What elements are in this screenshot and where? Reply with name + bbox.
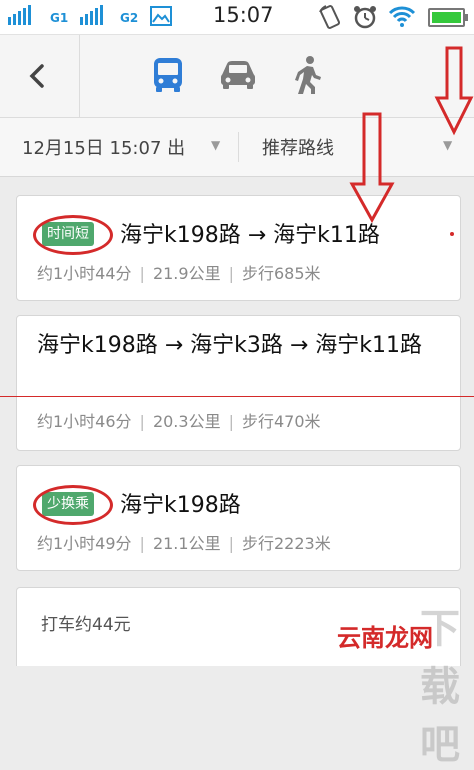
wifi-icon: [388, 6, 416, 27]
bus-icon: [154, 58, 182, 92]
rotation-lock-icon: [319, 5, 341, 29]
status-time: 15:07: [213, 3, 274, 27]
route-duration: 约1小时46分: [37, 412, 132, 431]
transport-mode-car[interactable]: [216, 53, 260, 97]
nav-bar: [0, 35, 474, 118]
annotation-dot: [450, 232, 454, 236]
status-bar: G1 G2 15:07: [0, 0, 474, 35]
taxi-fare: 打车约44元: [41, 615, 131, 635]
route-distance: 20.3公里: [152, 412, 221, 431]
route-distance: 21.9公里: [152, 264, 221, 283]
transport-mode-walk[interactable]: [286, 53, 330, 97]
route-distance: 21.1公里: [152, 534, 221, 553]
route-sort-selector[interactable]: 推荐路线: [262, 134, 334, 160]
route-card[interactable]: 海宁k198路 → 海宁k3路 → 海宁k11路 约1小时46分 | 20.3公里 |…: [16, 315, 461, 451]
nav-divider: [79, 35, 80, 117]
route-name: 海宁k198路 → 海宁k3路 → 海宁k11路: [37, 333, 423, 358]
route-walk-distance: 步行470米: [241, 412, 321, 431]
watermark-text: 云南龙网: [337, 624, 433, 652]
route-meta: 约1小时44分 | 21.9公里 | 步行685米: [37, 264, 321, 283]
route-duration: 约1小时44分: [37, 264, 132, 283]
route-walk-distance: 步行685米: [241, 264, 321, 283]
back-button[interactable]: [22, 59, 56, 93]
battery-fill: [432, 12, 461, 23]
annotation-arrow-down: [349, 112, 395, 224]
chevron-down-icon: ▼: [443, 138, 453, 152]
sim1-label: G1: [50, 11, 69, 25]
annotation-arrow-down: [434, 46, 474, 136]
signal-strength-icon: [80, 5, 103, 25]
filter-divider: [238, 132, 239, 162]
route-duration: 约1小时49分: [37, 534, 132, 553]
route-meta: 约1小时46分 | 20.3公里 | 步行470米: [37, 412, 321, 431]
walk-icon: [295, 56, 321, 94]
route-walk-distance: 步行2223米: [241, 534, 331, 553]
chevron-down-icon: ▼: [211, 138, 221, 152]
transport-mode-bus[interactable]: [146, 53, 190, 97]
annotation-ellipse: [33, 485, 113, 525]
route-name: 海宁k198路: [120, 493, 241, 518]
route-card[interactable]: 少换乘 海宁k198路 约1小时49分 | 21.1公里 | 步行2223米: [16, 465, 461, 571]
battery-icon: [428, 8, 468, 27]
filter-bar: 12月15日 15:07 出 ▼ 推荐路线 ▼: [0, 118, 474, 177]
alarm-icon: [354, 6, 376, 29]
annotation-line: [0, 396, 474, 397]
image-notification-icon: [150, 6, 172, 26]
route-name: 海宁k198路 → 海宁k11路: [120, 223, 380, 248]
car-icon: [221, 61, 255, 89]
route-meta: 约1小时49分 | 21.1公里 | 步行2223米: [37, 534, 331, 553]
sim2-label: G2: [120, 11, 139, 25]
departure-time-selector[interactable]: 12月15日 15:07 出: [22, 134, 185, 160]
signal-strength-icon: [8, 5, 31, 25]
annotation-ellipse: [33, 215, 113, 255]
